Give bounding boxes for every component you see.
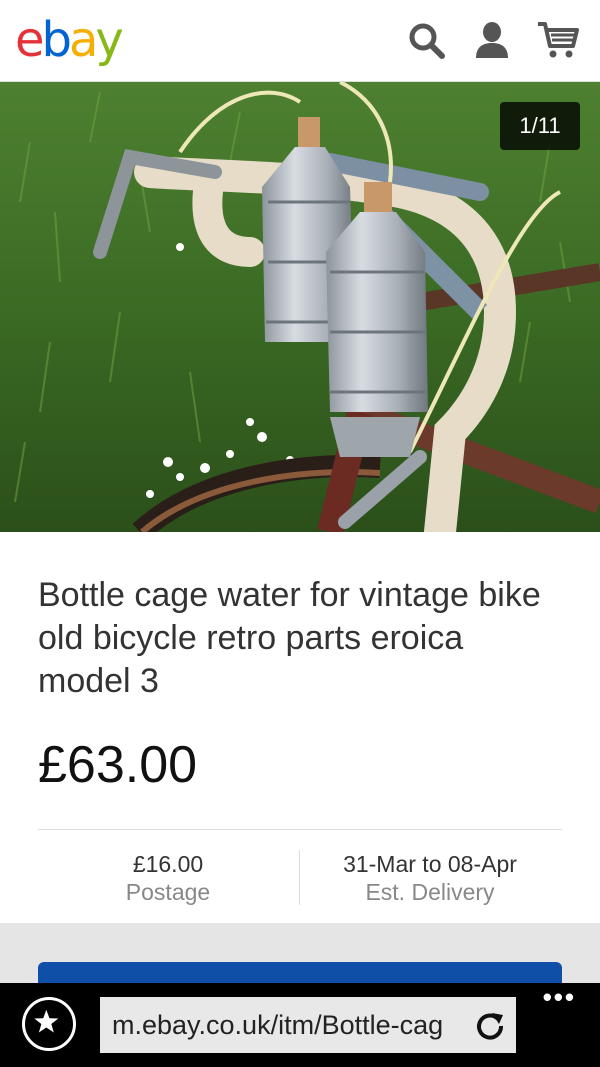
delivery-info: 31-Mar to 08-Apr Est. Delivery xyxy=(300,850,560,906)
postage-info: £16.00 Postage xyxy=(38,850,298,906)
url-text: m.ebay.co.uk/itm/Bottle-cag xyxy=(112,1010,444,1040)
logo-letter-e: e xyxy=(15,12,44,68)
search-icon[interactable] xyxy=(404,18,448,62)
delivery-value: 31-Mar to 08-Apr xyxy=(343,851,517,877)
product-image-gallery[interactable]: 1/11 xyxy=(0,82,600,532)
logo-letter-a: a xyxy=(69,12,98,68)
ebay-logo[interactable]: ebay xyxy=(15,10,124,70)
postage-value: £16.00 xyxy=(132,851,204,877)
more-menu-button[interactable]: ••• xyxy=(543,984,576,1010)
url-field[interactable]: m.ebay.co.uk/itm/Bottle-cag xyxy=(100,997,516,1053)
account-icon[interactable] xyxy=(470,18,514,62)
app-header: ebay xyxy=(0,0,600,82)
delivery-label: Est. Delivery xyxy=(365,879,495,905)
browser-address-bar: m.ebay.co.uk/itm/Bottle-cag ••• xyxy=(0,983,600,1067)
image-counter: 1/11 xyxy=(500,102,580,150)
refresh-icon[interactable] xyxy=(474,1009,506,1041)
item-price: £63.00 xyxy=(38,736,198,794)
postage-label: Postage xyxy=(125,879,211,905)
divider xyxy=(38,829,562,830)
item-title: Bottle cage water for vintage bike old b… xyxy=(38,576,541,700)
logo-letter-b: b xyxy=(41,12,73,68)
cart-icon[interactable] xyxy=(536,18,580,62)
logo-letter-y: y xyxy=(95,12,123,68)
favorites-star-icon[interactable] xyxy=(22,997,76,1051)
